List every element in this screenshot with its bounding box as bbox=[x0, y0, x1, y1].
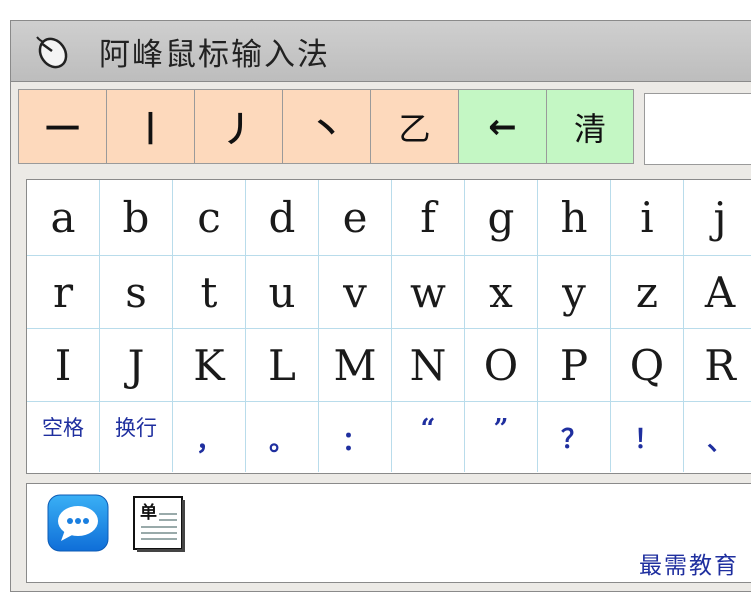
key-g[interactable]: g bbox=[465, 180, 538, 256]
character-grid: a b c d e f g h i j r s t u v w x y z A … bbox=[26, 179, 751, 474]
window-title: 阿峰鼠标输入法 bbox=[99, 36, 330, 73]
key-period[interactable]: 。 bbox=[246, 402, 319, 472]
title-bar: 阿峰鼠标输入法 bbox=[11, 21, 751, 82]
key-a[interactable]: a bbox=[27, 180, 100, 256]
stroke-pie-button[interactable]: 丿 bbox=[194, 89, 282, 164]
stroke-heng-button[interactable]: 一 bbox=[18, 89, 106, 164]
key-upper-i[interactable]: I bbox=[27, 329, 100, 402]
key-comma[interactable]: ， bbox=[173, 402, 246, 472]
key-upper-n[interactable]: N bbox=[392, 329, 465, 402]
key-r[interactable]: r bbox=[27, 256, 100, 329]
key-dunhao[interactable]: 、 bbox=[684, 402, 751, 472]
key-v[interactable]: v bbox=[319, 256, 392, 329]
key-h[interactable]: h bbox=[538, 180, 611, 256]
grid-row: I J K L M N O P Q R bbox=[27, 329, 751, 402]
grid-row: a b c d e f g h i j bbox=[27, 180, 751, 256]
stroke-pie-label: 丿 bbox=[221, 110, 256, 150]
chat-bubble-icon[interactable] bbox=[47, 494, 109, 552]
key-space[interactable]: 空格 bbox=[27, 402, 100, 472]
key-newline[interactable]: 换行 bbox=[100, 402, 173, 472]
key-e[interactable]: e bbox=[319, 180, 392, 256]
bottom-panel: 单 最需教育 bbox=[26, 483, 751, 583]
key-z[interactable]: z bbox=[611, 256, 684, 329]
stroke-shu-button[interactable]: 丨 bbox=[106, 89, 194, 164]
key-upper-p[interactable]: P bbox=[538, 329, 611, 402]
key-left-quote[interactable]: “ bbox=[392, 402, 465, 472]
key-exclaim[interactable]: ！ bbox=[611, 402, 684, 472]
key-s[interactable]: s bbox=[100, 256, 173, 329]
brand-watermark: 最需教育 bbox=[639, 553, 739, 579]
backspace-button[interactable]: ← bbox=[458, 89, 546, 164]
backspace-arrow-icon: ← bbox=[488, 106, 517, 147]
stroke-dian-label: 丶 bbox=[309, 110, 344, 150]
document-icon-char: 单 bbox=[140, 502, 157, 523]
key-upper-q[interactable]: Q bbox=[611, 329, 684, 402]
clear-button[interactable]: 清 bbox=[546, 89, 634, 164]
key-b[interactable]: b bbox=[100, 180, 173, 256]
key-right-quote[interactable]: ” bbox=[465, 402, 538, 472]
stroke-zhe-button[interactable]: 乙 bbox=[370, 89, 458, 164]
key-w[interactable]: w bbox=[392, 256, 465, 329]
key-upper-m[interactable]: M bbox=[319, 329, 392, 402]
stroke-dian-button[interactable]: 丶 bbox=[282, 89, 370, 164]
input-method-window: 阿峰鼠标输入法 一 丨 丿 丶 乙 ← 清 a b c d e f g h i … bbox=[10, 20, 751, 592]
key-u[interactable]: u bbox=[246, 256, 319, 329]
key-upper-o[interactable]: O bbox=[465, 329, 538, 402]
stroke-shu-label: 丨 bbox=[133, 110, 168, 150]
stroke-zhe-label: 乙 bbox=[398, 109, 431, 148]
stroke-heng-label: 一 bbox=[45, 110, 80, 150]
mouse-icon bbox=[29, 28, 75, 74]
key-x[interactable]: x bbox=[465, 256, 538, 329]
key-upper-k[interactable]: K bbox=[173, 329, 246, 402]
key-f[interactable]: f bbox=[392, 180, 465, 256]
key-t[interactable]: t bbox=[173, 256, 246, 329]
key-y[interactable]: y bbox=[538, 256, 611, 329]
input-field[interactable] bbox=[644, 93, 751, 165]
key-question[interactable]: ？ bbox=[538, 402, 611, 472]
key-upper-a[interactable]: A bbox=[684, 256, 751, 329]
clear-label: 清 bbox=[573, 109, 606, 148]
document-icon[interactable]: 单 bbox=[131, 494, 187, 552]
grid-row: r s t u v w x y z A bbox=[27, 256, 751, 329]
key-upper-r[interactable]: R bbox=[684, 329, 751, 402]
grid-row: 空格 换行 ， 。 ： “ ” ？ ！ 、 bbox=[27, 402, 751, 472]
key-d[interactable]: d bbox=[246, 180, 319, 256]
key-i[interactable]: i bbox=[611, 180, 684, 256]
stroke-toolbar: 一 丨 丿 丶 乙 ← 清 bbox=[18, 89, 634, 164]
key-upper-j[interactable]: J bbox=[100, 329, 173, 402]
key-colon[interactable]: ： bbox=[319, 402, 392, 472]
key-c[interactable]: c bbox=[173, 180, 246, 256]
key-j[interactable]: j bbox=[684, 180, 751, 256]
key-upper-l[interactable]: L bbox=[246, 329, 319, 402]
